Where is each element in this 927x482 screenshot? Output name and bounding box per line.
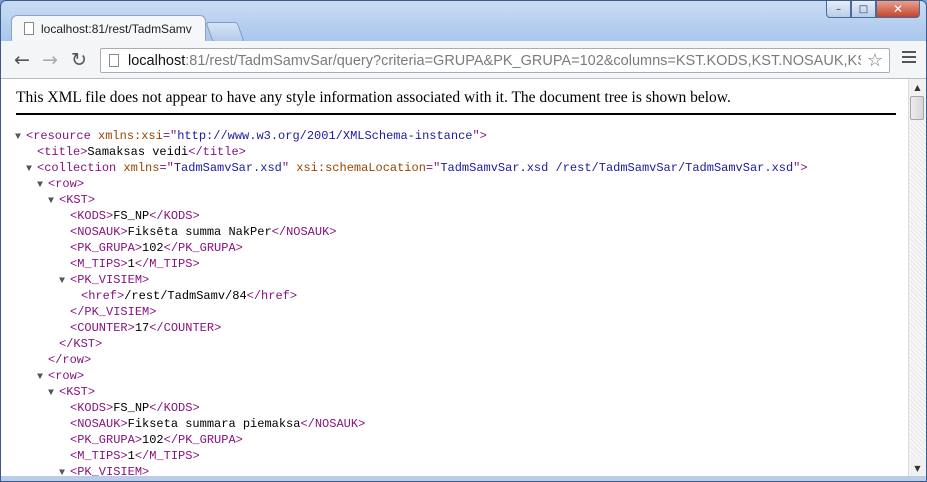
xml-line-nosauk: <NOSAUK>Fikseta summara piemaksa</NOSAUK…	[70, 417, 366, 431]
xml-line-counter: <COUNTER>17</COUNTER>	[70, 321, 222, 335]
xml-line-row: ▼ <row>	[15, 176, 808, 192]
xml-line-pk-visiem-close: </PK_VISIEM>	[70, 305, 157, 319]
xml-line-pk-grupa: <PK_GRUPA>102</PK_GRUPA>	[70, 433, 243, 447]
forward-arrow-icon[interactable]: →	[39, 49, 61, 71]
menu-icon[interactable]	[902, 51, 916, 66]
xml-line-nosauk: <NOSAUK>Fiksēta summa NakPer</NOSAUK>	[70, 225, 337, 239]
xml-line-href: <href>/rest/TadmSamv/84</href>	[81, 289, 298, 303]
xml-line-row: ▼ <row>	[15, 368, 808, 384]
xml-line-kst: ▼ <KST>	[15, 192, 808, 208]
page-icon	[24, 22, 34, 35]
xml-line-pk-visiem: ▼ <PK_VISIEM>	[15, 464, 808, 476]
scrollbar-thumb[interactable]	[910, 96, 924, 120]
new-tab-button[interactable]	[205, 22, 245, 42]
xml-line-m-tips: <M_TIPS>1</M_TIPS>	[70, 257, 200, 271]
back-arrow-icon[interactable]: ←	[11, 49, 33, 71]
address-bar[interactable]: localhost:81/rest/TadmSamvSar/query?crit…	[100, 48, 890, 73]
browser-window: – □ ✕ localhost:81/rest/TadmSamv ← → ↻ l…	[0, 0, 927, 482]
xml-line-row-close: </row>	[48, 353, 92, 367]
xml-line-m-tips: <M_TIPS>1</M_TIPS>	[70, 449, 200, 463]
reload-icon[interactable]: ↻	[68, 49, 90, 71]
xml-line-kods: <KODS>FS_NP</KODS>	[70, 401, 200, 415]
toolbar: ← → ↻ localhost:81/rest/TadmSamvSar/quer…	[1, 41, 926, 79]
url-text[interactable]: localhost:81/rest/TadmSamvSar/query?crit…	[128, 53, 861, 69]
minimize-button[interactable]: –	[826, 1, 851, 18]
xml-info-banner: This XML file does not appear to have an…	[16, 89, 896, 115]
scroll-down-arrow-icon[interactable]: ▼	[909, 460, 926, 476]
scroll-up-arrow-icon[interactable]: ▲	[909, 79, 926, 95]
window-bottom-border	[1, 476, 926, 481]
xml-tree: ▼ <resource xmlns:xsi="http://www.w3.org/…	[15, 128, 808, 476]
caption-buttons: – □ ✕	[826, 1, 920, 18]
xml-line-kst: ▼ <KST>	[15, 384, 808, 400]
bookmark-star-icon[interactable]: ☆	[867, 50, 883, 71]
xml-line-pk-visiem: ▼ <PK_VISIEM>	[15, 272, 808, 288]
xml-line-pk-grupa: <PK_GRUPA>102</PK_GRUPA>	[70, 241, 243, 255]
xml-line-kst-close: </KST>	[59, 337, 103, 351]
page-icon	[109, 54, 119, 67]
tab-title: localhost:81/rest/TadmSamv	[41, 21, 192, 36]
xml-line-kods: <KODS>FS_NP</KODS>	[70, 209, 200, 223]
xml-line-collection: ▼ <collection xmlns="TadmSamvSar.xsd" xsi…	[15, 160, 808, 176]
scrollbar-track[interactable]	[909, 121, 926, 459]
browser-tab[interactable]: localhost:81/rest/TadmSamv	[11, 15, 206, 41]
collapse-arrow-icon[interactable]: ▼	[59, 466, 70, 476]
xml-line-title: <title>Samaksas veidi</title>	[37, 145, 246, 159]
page-content: This XML file does not appear to have an…	[1, 79, 908, 476]
xml-line-resource: ▼ <resource xmlns:xsi="http://www.w3.org/…	[15, 128, 808, 144]
close-window-button[interactable]: ✕	[876, 1, 920, 18]
vertical-scrollbar[interactable]: ▲ ▼	[908, 79, 926, 476]
maximize-button[interactable]: □	[851, 1, 876, 18]
